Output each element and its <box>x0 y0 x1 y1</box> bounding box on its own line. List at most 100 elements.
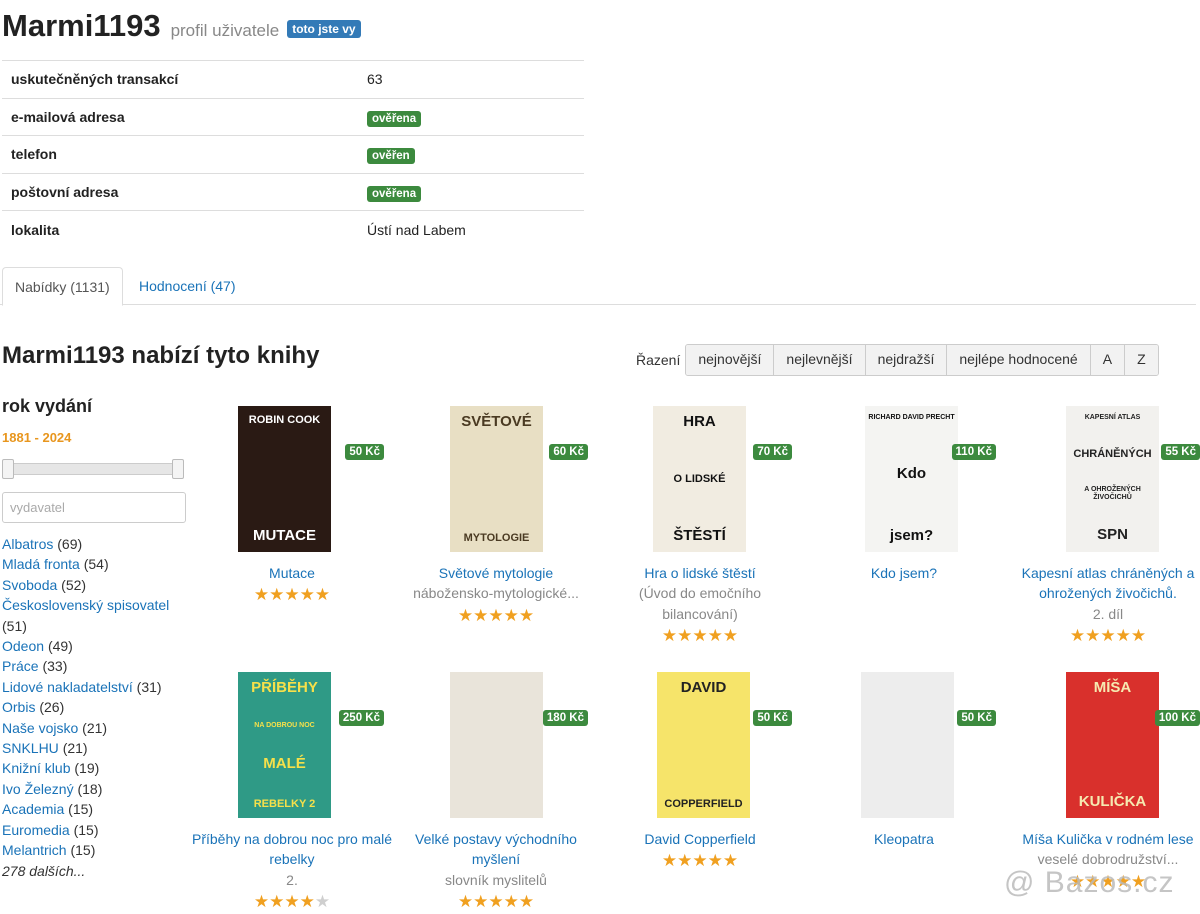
publisher-link[interactable]: Euromedia <box>2 822 70 838</box>
star-full-icon: ★ <box>269 892 285 912</box>
book-info: Mutace ★★★★★ <box>192 563 392 605</box>
book-cover-image[interactable] <box>450 672 543 818</box>
info-row: e-mailová adresa ověřena <box>2 97 584 136</box>
verified-badge: ověřena <box>367 185 422 202</box>
publisher-link[interactable]: Mladá fronta <box>2 556 80 572</box>
book-info: Příběhy na dobrou noc pro malé rebelky 2.… <box>192 829 392 912</box>
book-cover-image[interactable]: DAVID COPPERFIELD <box>657 672 750 818</box>
star-full-icon: ★ <box>661 626 678 646</box>
book-cover-image[interactable]: SVĚTOVÉ MYTOLOGIE <box>450 406 543 552</box>
publisher-link[interactable]: Ivo Železný <box>2 781 74 797</box>
rating-stars: ★★★★★ <box>396 606 596 626</box>
info-row: uskutečněných transakcí 63 <box>2 60 584 98</box>
slider-min-handle[interactable] <box>2 459 14 479</box>
more-publishers-link[interactable]: 278 dalších... <box>2 861 192 881</box>
publisher-count: (19) <box>74 760 100 777</box>
book-info: Kdo jsem? <box>804 563 1004 583</box>
year-range-slider[interactable] <box>2 459 184 479</box>
sort-cheapest-button[interactable]: nejlevnější <box>774 345 866 375</box>
star-full-icon: ★ <box>473 892 489 912</box>
book-cover-wrap: HRA O LIDSKÉ ŠTĚSTÍ 70 Kč <box>600 406 800 554</box>
sort-most-expensive-button[interactable]: nejdražší <box>865 345 948 375</box>
info-row-value: Ústí nad Labem <box>367 221 466 238</box>
book-cover-wrap: DAVID COPPERFIELD 50 Kč <box>600 672 800 820</box>
publisher-link[interactable]: Svoboda <box>2 577 57 593</box>
price-badge: 60 Kč <box>549 444 588 460</box>
profile-info-table: uskutečněných transakcí 63 e-mailová adres… <box>2 60 584 248</box>
book-title-link[interactable]: Mutace <box>192 563 392 583</box>
publisher-count: (18) <box>77 780 103 797</box>
info-row-label: uskutečněných transakcí <box>2 60 367 98</box>
publisher-count: (15) <box>70 842 96 859</box>
sort-newest-button[interactable]: nejnovější <box>686 345 775 375</box>
star-full-icon: ★ <box>457 605 474 625</box>
star-full-icon: ★ <box>1069 626 1086 646</box>
year-filter-title: rok vydání <box>2 396 93 416</box>
book-cover-wrap: PŘÍBĚHY NA DOBROU NOC MALÉ REBELKY 2 250 Kč <box>192 672 392 820</box>
book-title-link[interactable]: Kleopatra <box>804 829 1004 849</box>
star-full-icon: ★ <box>692 851 708 871</box>
offers-title: Marmi1193 nabízí tyto knihy <box>2 342 320 369</box>
book-title-link[interactable]: Míša Kulička v rodném lese <box>1008 829 1200 849</box>
price-badge: 70 Kč <box>753 444 792 460</box>
sort-best-rated-button[interactable]: nejlépe hodnocené <box>947 345 1091 375</box>
publisher-link[interactable]: SNKLHU <box>2 740 59 756</box>
info-row-label: telefon <box>2 135 367 173</box>
rating-stars: ★★★★★ <box>1008 626 1200 646</box>
book-title-link[interactable]: David Copperfield <box>600 829 800 849</box>
book-cover-image[interactable]: RICHARD DAVID PRECHT Kdo jsem? <box>865 406 958 552</box>
publisher-link[interactable]: Lidové nakladatelství <box>2 679 133 695</box>
publisher-link[interactable]: Albatros <box>2 536 53 552</box>
book-cover-image[interactable]: HRA O LIDSKÉ ŠTĚSTÍ <box>653 406 746 552</box>
book-cover-image[interactable]: KAPESNÍ ATLAS CHRÁNĚNÝCH A OHROŽENÝCH ŽIVO… <box>1066 406 1159 552</box>
publisher-count: (31) <box>136 678 162 695</box>
tab-offers[interactable]: Nabídky (1131) <box>2 267 123 306</box>
book-cover-image[interactable] <box>861 672 954 818</box>
book-cover-image[interactable]: MÍŠA KULIČKA <box>1066 672 1159 818</box>
book-title-link[interactable]: Velké postavy východního myšlení <box>396 829 596 870</box>
publisher-link[interactable]: Academia <box>2 801 64 817</box>
publisher-item: Československý spisovatel (51) <box>2 595 192 636</box>
publisher-count: (49) <box>47 638 73 655</box>
book-cover-image[interactable]: PŘÍBĚHY NA DOBROU NOC MALÉ REBELKY 2 <box>238 672 331 818</box>
book-title-link[interactable]: Příběhy na dobrou noc pro malé rebelky <box>192 829 392 870</box>
book-info: Světové mytologie nábožensko-mytologické.… <box>396 563 596 626</box>
publisher-link[interactable]: Práce <box>2 658 39 674</box>
star-full-icon: ★ <box>677 626 693 646</box>
book-title-link[interactable]: Kdo jsem? <box>804 563 1004 583</box>
publisher-item: Albatros (69) <box>2 534 192 554</box>
publisher-count: (26) <box>39 699 65 716</box>
star-full-icon: ★ <box>503 605 519 625</box>
slider-max-handle[interactable] <box>172 459 184 479</box>
star-full-icon: ★ <box>1100 626 1116 646</box>
book-subtitle: 2. <box>286 871 298 888</box>
star-full-icon: ★ <box>1115 626 1131 646</box>
publisher-link[interactable]: Odeon <box>2 638 44 654</box>
publisher-count: (21) <box>62 740 88 757</box>
publisher-item: Odeon (49) <box>2 636 192 656</box>
book-cover-image[interactable]: ROBIN COOK MUTACE <box>238 406 331 552</box>
publisher-item: Euromedia (15) <box>2 820 192 840</box>
price-badge: 100 Kč <box>1154 710 1200 726</box>
sort-a-z-button[interactable]: A <box>1090 345 1126 375</box>
rating-stars: ★★★★★ <box>192 892 392 912</box>
tab-ratings[interactable]: Hodnocení (47) <box>127 267 248 305</box>
publisher-link[interactable]: Naše vojsko <box>2 720 78 736</box>
publisher-link[interactable]: Orbis <box>2 699 35 715</box>
price-badge: 50 Kč <box>957 710 996 726</box>
book-cover-wrap: SVĚTOVÉ MYTOLOGIE 60 Kč <box>396 406 596 554</box>
sort-z-a-button[interactable]: Z <box>1125 345 1158 375</box>
star-full-icon: ★ <box>707 851 723 871</box>
year-range-value: 1881 - 2024 <box>2 430 72 445</box>
book-title-link[interactable]: Kapesní atlas chráněných a ohrožených ži… <box>1008 563 1200 604</box>
publisher-item: Svoboda (52) <box>2 575 192 595</box>
publisher-item: Mladá fronta (54) <box>2 554 192 574</box>
price-badge: 250 Kč <box>338 710 384 726</box>
book-title-link[interactable]: Hra o lidské štěstí <box>600 563 800 583</box>
star-full-icon: ★ <box>488 605 504 625</box>
publisher-link[interactable]: Knižní klub <box>2 760 70 776</box>
publisher-search-input[interactable] <box>2 492 186 523</box>
publisher-link[interactable]: Československý spisovatel <box>2 597 169 613</box>
book-title-link[interactable]: Světové mytologie <box>396 563 596 583</box>
publisher-link[interactable]: Melantrich <box>2 842 67 858</box>
